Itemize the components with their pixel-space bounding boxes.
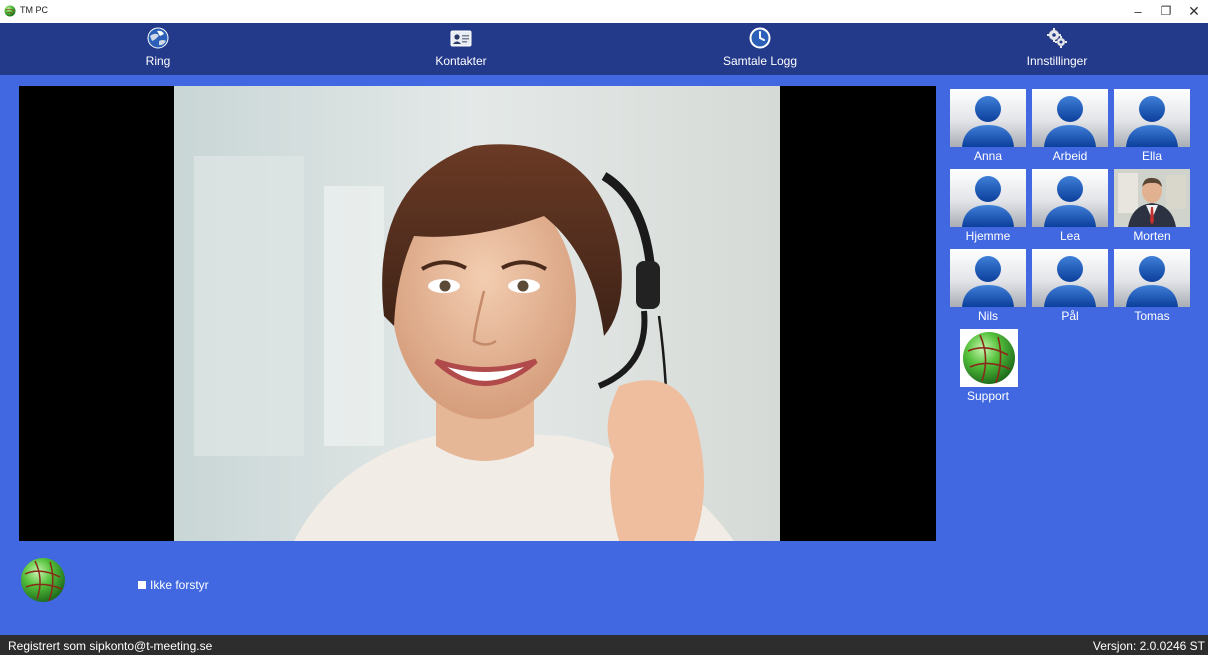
- clock-icon: [749, 27, 771, 49]
- globe-phone-icon: [147, 27, 169, 49]
- registration-status: Registrert som sipkonto@t-meeting.se: [8, 639, 213, 653]
- person-silhouette-icon: [1114, 249, 1190, 307]
- contact-tile-morten[interactable]: Morten: [1114, 169, 1190, 249]
- person-silhouette-icon: [950, 89, 1026, 147]
- toolbar-kontakter-button[interactable]: Kontakter: [391, 23, 531, 75]
- contact-name: Tomas: [1134, 309, 1170, 323]
- main-area: Anna Arbeid Ella Hjemme Lea Morten Nils …: [0, 75, 1208, 635]
- contact-name: Hjemme: [965, 229, 1011, 243]
- contact-tile-tomas[interactable]: Tomas: [1114, 249, 1190, 329]
- contact-name: Lea: [1059, 229, 1081, 243]
- contact-tile-lea[interactable]: Lea: [1032, 169, 1108, 249]
- version-label: Versjon: 2.0.0246 ST: [1092, 639, 1205, 653]
- my-status-globe-icon[interactable]: [20, 557, 66, 603]
- person-silhouette-icon: [1032, 249, 1108, 307]
- toolbar-samtale-logg-label: Samtale Logg: [722, 54, 798, 68]
- toolbar-samtale-logg-button[interactable]: Samtale Logg: [690, 23, 830, 75]
- contact-tile-nils[interactable]: Nils: [950, 249, 1026, 329]
- maximize-button[interactable]: ❐: [1152, 2, 1180, 20]
- contact-name: Arbeid: [1052, 149, 1088, 163]
- contact-name: Nils: [978, 309, 998, 323]
- contact-name: Pål: [1061, 309, 1079, 323]
- person-silhouette-icon: [1114, 89, 1190, 147]
- green-globe-icon: [960, 329, 1018, 387]
- do-not-disturb-checkbox[interactable]: [138, 581, 146, 589]
- contact-tile-hjemme[interactable]: Hjemme: [950, 169, 1026, 249]
- video-feed: [19, 86, 936, 541]
- remote-video-person-with-headset: [174, 86, 780, 541]
- person-photo-icon: [1114, 169, 1190, 227]
- toolbar-kontakter-label: Kontakter: [435, 54, 487, 68]
- contact-tile-ella[interactable]: Ella: [1114, 89, 1190, 169]
- app-globe-icon: [4, 5, 16, 17]
- do-not-disturb-label: Ikke forstyr: [150, 578, 209, 592]
- contact-tile-pal[interactable]: Pål: [1032, 249, 1108, 329]
- contact-tile-anna[interactable]: Anna: [950, 89, 1026, 169]
- minimize-button[interactable]: –: [1124, 2, 1152, 20]
- status-bar: Registrert som sipkonto@t-meeting.se Ver…: [0, 635, 1208, 655]
- contact-name: Anna: [973, 149, 1003, 163]
- person-silhouette-icon: [950, 249, 1026, 307]
- person-silhouette-icon: [1032, 89, 1108, 147]
- contact-name: Ella: [1141, 149, 1162, 163]
- toolbar-ring-label: Ring: [145, 54, 171, 68]
- main-toolbar: Ring Kontakter Samtale Logg Innstillinge…: [0, 23, 1208, 75]
- toolbar-ring-button[interactable]: Ring: [88, 23, 228, 75]
- contact-card-icon: [450, 30, 472, 47]
- contact-tile-arbeid[interactable]: Arbeid: [1032, 89, 1108, 169]
- do-not-disturb-toggle[interactable]: Ikke forstyr: [138, 578, 209, 592]
- title-bar: TM PC – ❐ ✕: [0, 0, 1208, 23]
- window-title: TM PC: [20, 5, 48, 15]
- toolbar-innstillinger-label: Innstillinger: [1026, 54, 1088, 68]
- person-silhouette-icon: [950, 169, 1026, 227]
- contact-name: Morten: [1133, 229, 1171, 243]
- contact-tile-support[interactable]: Support: [950, 329, 1026, 409]
- contact-name: Support: [966, 389, 1010, 403]
- toolbar-innstillinger-button[interactable]: Innstillinger: [987, 23, 1127, 75]
- gears-icon: [1047, 28, 1067, 48]
- close-button[interactable]: ✕: [1180, 2, 1208, 20]
- person-silhouette-icon: [1032, 169, 1108, 227]
